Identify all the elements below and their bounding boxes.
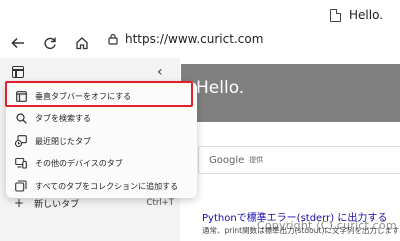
google-provided-by: 提供 [249,156,264,164]
menu-item-label: 最近閉じたタブ [35,136,91,146]
collections-icon [15,180,27,192]
menu-item-label: その他のデバイスのタブ [35,158,123,168]
menu-item-label: すべてのタブをコレクションに追加する [35,181,179,191]
google-search-box[interactable]: Google 提供 [198,146,400,174]
lock-icon [108,33,118,45]
menu-item-recently-closed[interactable]: 最近閉じたタブ [6,131,197,151]
collapse-sidebar-chevron-icon[interactable]: ‹ [157,64,163,80]
page-icon [330,8,341,22]
back-button[interactable] [8,33,28,53]
google-brand: Google [209,154,245,166]
menu-item-add-to-collections[interactable]: すべてのタブをコレクションに追加する [6,176,197,196]
tab-actions-menu-icon[interactable] [12,66,24,78]
new-tab-button[interactable]: + 新しいタブ Ctrl+T [14,196,174,210]
new-tab-label: 新しいタブ [34,199,80,210]
recently-closed-icon [15,135,27,147]
copyright-watermark: Copyright (C) curict.com [257,219,397,232]
title-bar: Hello. [0,0,400,32]
new-tab-shortcut: Ctrl+T [146,198,174,208]
menu-item-label: タブを検索する [35,113,91,123]
home-icon [76,37,88,50]
refresh-button[interactable] [40,33,60,53]
active-tab[interactable]: Hello. [330,8,383,22]
home-button[interactable] [72,33,92,53]
address-bar[interactable]: https://www.curict.com [108,32,263,46]
url-text: https://www.curict.com [125,32,264,46]
menu-item-other-devices[interactable]: その他のデバイスのタブ [6,153,197,173]
devices-icon [15,157,27,169]
menu-item-search-tabs[interactable]: タブを検索する [6,108,197,128]
banner-title: Hello. [196,78,245,98]
back-arrow-icon [11,37,24,49]
plus-icon: + [14,196,25,210]
highlight-box [5,81,193,107]
refresh-icon [44,37,56,50]
browser-toolbar: https://www.curict.com [0,32,400,54]
tab-title: Hello. [349,8,384,22]
search-icon [15,112,27,124]
